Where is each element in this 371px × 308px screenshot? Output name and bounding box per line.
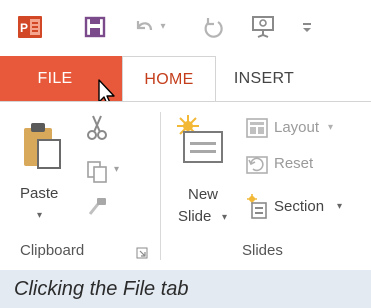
tab-insert[interactable]: INSERT: [216, 56, 312, 102]
svg-text:P: P: [20, 21, 28, 35]
tab-home[interactable]: HOME: [122, 56, 216, 102]
layout-button[interactable]: Layout ▾: [246, 116, 364, 142]
tab-insert-label: INSERT: [233, 70, 295, 87]
section-label: Section: [274, 198, 325, 215]
slides-group-label: Slides: [242, 242, 283, 259]
ribbon-tabs: FILE HOME INSERT: [0, 56, 371, 107]
layout-dropdown-icon: ▾: [328, 122, 334, 133]
reset-label: Reset: [274, 155, 314, 172]
caption-bar: Clicking the File tab: [0, 270, 371, 308]
layout-icon: [246, 118, 268, 143]
format-painter-icon[interactable]: [86, 194, 110, 223]
cut-icon[interactable]: [84, 114, 110, 147]
powerpoint-icon: P: [16, 13, 44, 41]
paste-button[interactable]: Paste ▾: [14, 112, 74, 234]
copy-dropdown-icon[interactable]: ▾: [114, 164, 119, 175]
tab-file-label: FILE: [37, 70, 73, 87]
new-slide-icon: [176, 114, 226, 173]
redo-icon[interactable]: [200, 14, 226, 40]
clipboard-group-label: Clipboard: [20, 242, 85, 259]
clipboard-paste-icon: [22, 120, 64, 177]
dialog-launcher-icon[interactable]: [136, 246, 148, 264]
undo-dropdown-icon[interactable]: ▾: [158, 18, 168, 34]
new-slide-dropdown-icon: ▾: [222, 212, 228, 223]
slideshow-icon[interactable]: [250, 13, 276, 41]
reset-icon: [246, 154, 268, 179]
save-icon[interactable]: [82, 13, 108, 41]
quick-access-toolbar: P ▾: [0, 0, 371, 56]
paste-label: Paste: [20, 185, 59, 202]
caption-text: Clicking the File tab: [14, 277, 189, 300]
copy-icon[interactable]: [86, 160, 110, 189]
group-divider: [160, 112, 161, 260]
section-dropdown-icon: ▾: [337, 201, 343, 212]
reset-button[interactable]: Reset: [246, 152, 346, 178]
section-icon: [246, 194, 270, 225]
new-slide-button[interactable]: New Slide ▾: [170, 110, 234, 236]
tab-home-label: HOME: [144, 70, 194, 88]
new-slide-label-line2: Slide: [178, 208, 212, 225]
layout-label: Layout: [274, 119, 320, 136]
section-button[interactable]: Section ▾: [246, 194, 370, 222]
customize-icon[interactable]: [300, 16, 314, 38]
paste-dropdown-icon: ▾: [37, 210, 43, 221]
undo-icon[interactable]: [131, 14, 157, 40]
ribbon-panel: Paste ▾ ▾ Clipboard New Slide ▾ Layout ▾…: [0, 101, 371, 270]
new-slide-label-line1: New: [188, 186, 219, 203]
